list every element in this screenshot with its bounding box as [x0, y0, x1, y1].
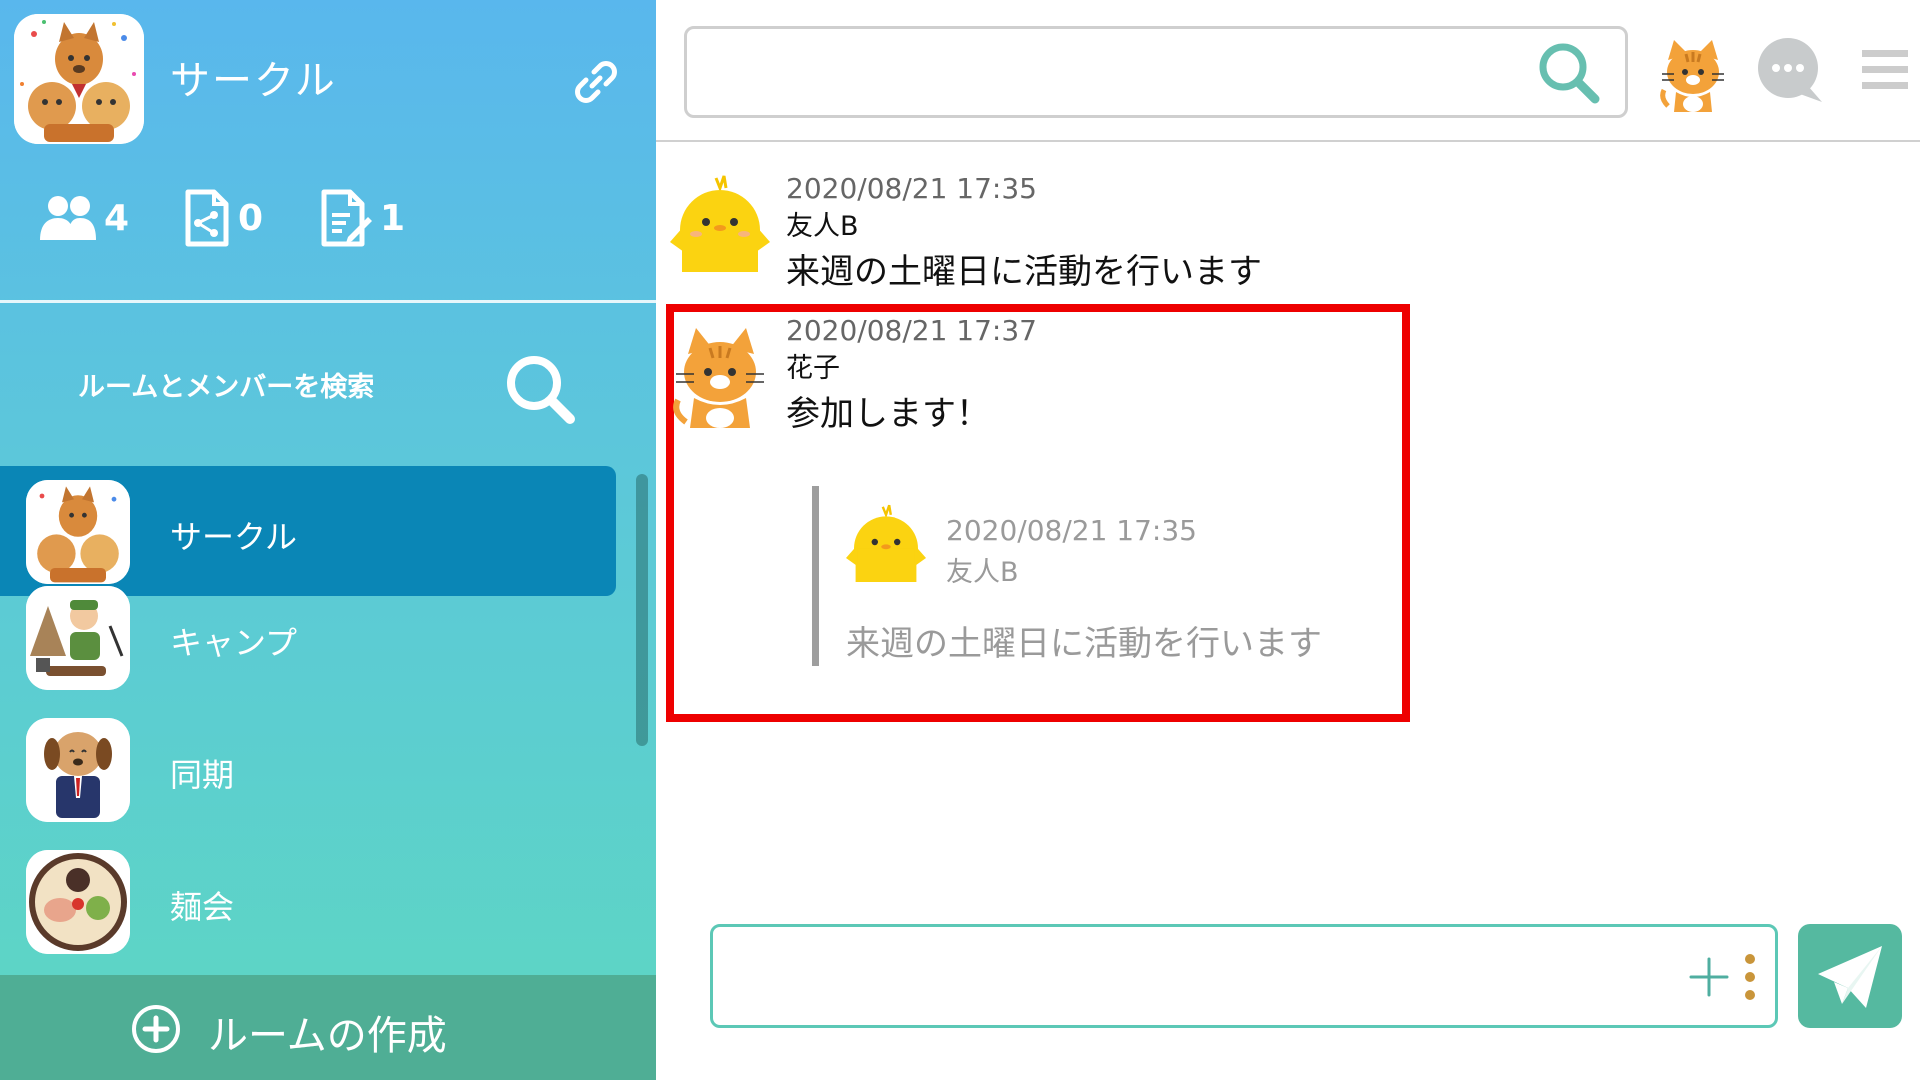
message-search-box[interactable]	[684, 26, 1628, 118]
chat-bubble-icon[interactable]	[1756, 36, 1824, 104]
room-name: 麺会	[170, 888, 235, 926]
message-composer[interactable]	[710, 924, 1778, 1028]
sidebar: サークル 4 0 1 ルームとメンバーを検索 サークル キャンプ 同期 麺会 ル…	[0, 0, 656, 1080]
cat-icon	[673, 328, 764, 428]
paper-plane-icon	[1818, 946, 1882, 1008]
search-icon[interactable]	[502, 351, 578, 427]
message-text: 来週の土曜日に活動を行います	[786, 252, 1262, 292]
dogs-group-icon	[14, 14, 144, 144]
room-item-camp[interactable]: キャンプ	[0, 572, 616, 702]
more-vertical-icon[interactable]	[1739, 951, 1761, 1003]
message-input[interactable]	[733, 953, 1593, 999]
group-avatar[interactable]	[14, 14, 144, 144]
room-item-noodle-club[interactable]: 麺会	[0, 836, 616, 966]
quote-bar	[812, 486, 819, 666]
room-avatar	[26, 718, 130, 822]
message-list: 2020/08/21 17:35 友人B 来週の土曜日に活動を行います 2020…	[656, 142, 1920, 902]
dog-businessman-icon	[26, 718, 130, 822]
member-count-value: 4	[104, 197, 130, 239]
group-name: サークル	[170, 58, 337, 104]
create-room-button[interactable]: ルームの作成	[0, 975, 656, 1080]
message-sender: 友人B	[786, 211, 859, 242]
quoted-message-time: 2020/08/21 17:35	[946, 514, 1197, 547]
member-count[interactable]: 4	[40, 186, 129, 250]
quoted-message[interactable]: 2020/08/21 17:35 友人B 来週の土曜日に活動を行います	[812, 486, 1392, 666]
send-button[interactable]	[1798, 924, 1902, 1028]
plus-circle-icon	[132, 1005, 180, 1053]
group-header: サークル 4 0 1	[0, 0, 656, 300]
room-list-scrollbar[interactable]	[636, 474, 648, 746]
room-member-search[interactable]: ルームとメンバーを検索	[0, 303, 656, 463]
chat-main: 2020/08/21 17:35 友人B 来週の土曜日に活動を行います 2020…	[656, 0, 1920, 1080]
room-name: サークル	[170, 518, 298, 556]
quoted-message-text: 来週の土曜日に活動を行います	[846, 624, 1322, 664]
quoted-message-sender: 友人B	[946, 557, 1019, 588]
cat-avatar-icon[interactable]	[1658, 36, 1728, 112]
room-item-peers[interactable]: 同期	[0, 704, 616, 834]
note-edit-icon	[321, 189, 372, 247]
room-list: サークル キャンプ 同期 麺会	[0, 466, 620, 976]
link-icon[interactable]	[570, 56, 622, 108]
room-avatar	[26, 480, 130, 584]
file-count-value: 0	[238, 197, 264, 239]
room-name: キャンプ	[170, 624, 298, 662]
file-count[interactable]: 0	[184, 186, 263, 250]
camper-icon	[26, 586, 130, 690]
shared-file-icon	[185, 189, 229, 247]
message-search-input[interactable]	[707, 49, 1507, 95]
chick-icon	[846, 504, 926, 582]
message-sender: 花子	[786, 353, 840, 384]
room-member-search-label: ルームとメンバーを検索	[78, 372, 375, 403]
top-bar	[656, 0, 1920, 142]
hamburger-menu-icon[interactable]	[1862, 48, 1908, 92]
room-name: 同期	[170, 756, 235, 794]
plus-icon[interactable]	[1685, 953, 1733, 1001]
chick-icon	[670, 175, 770, 272]
ramen-bowl-icon	[26, 850, 130, 954]
message-item[interactable]: 2020/08/21 17:35 友人B 来週の土曜日に活動を行います	[656, 152, 1920, 292]
message-text: 参加します！	[786, 394, 990, 434]
search-icon[interactable]	[1535, 39, 1603, 107]
create-room-label: ルームの作成	[208, 1013, 447, 1059]
room-avatar	[26, 850, 130, 954]
members-icon	[40, 196, 96, 240]
message-time: 2020/08/21 17:35	[786, 172, 1037, 205]
dogs-group-icon	[26, 480, 130, 584]
note-count[interactable]: 1	[320, 186, 405, 250]
note-count-value: 1	[380, 197, 406, 239]
room-avatar	[26, 586, 130, 690]
message-time: 2020/08/21 17:37	[786, 314, 1037, 347]
